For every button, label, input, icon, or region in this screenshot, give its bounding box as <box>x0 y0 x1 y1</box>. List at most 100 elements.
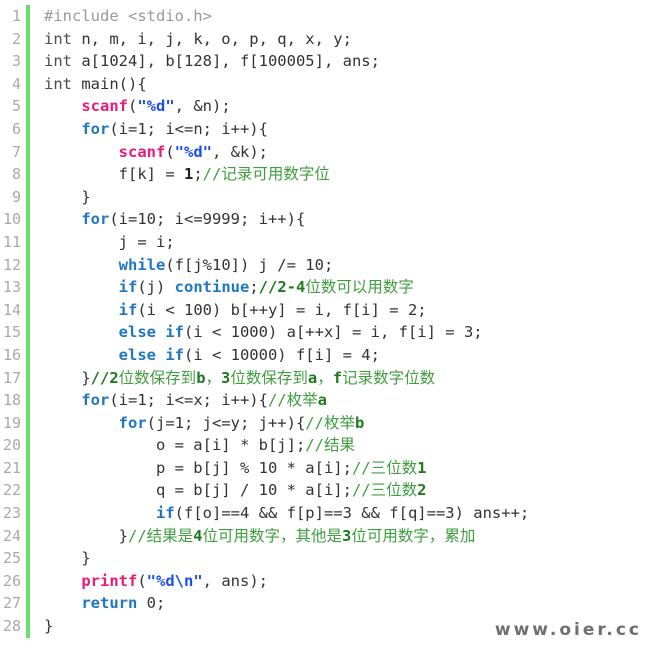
code-line[interactable]: 21 p = b[j] % 10 * a[i];//三位数1 <box>0 456 654 480</box>
code-line[interactable]: 7 scanf("%d", &k); <box>0 140 654 164</box>
code-line-text[interactable]: scanf("%d", &n); <box>30 95 230 118</box>
code-line-text[interactable]: if(f[o]==4 && f[p]==3 && f[q]==3) ans++; <box>30 502 529 525</box>
code-line-text[interactable]: }//结果是4位可用数字，其他是3位可用数字，累加 <box>30 525 476 548</box>
code-line[interactable]: 27 return 0; <box>0 592 654 616</box>
code-line-text[interactable]: int n, m, i, j, k, o, p, q, x, y; <box>30 28 352 51</box>
code-line-text[interactable]: #include <stdio.h> <box>30 5 212 28</box>
code-token: (f[j%10]) j /= 10; <box>165 255 334 274</box>
code-line[interactable]: 5 scanf("%d", &n); <box>0 95 654 118</box>
code-line-text[interactable]: for(i=1; i<=n; i++){ <box>30 118 268 141</box>
code-line[interactable]: 16 else if(i < 10000) f[i] = 4; <box>0 343 654 367</box>
code-token: for <box>118 413 147 432</box>
code-line-text[interactable]: for(i=1; i<=x; i++){//枚举a <box>30 389 327 412</box>
code-line-text[interactable]: int a[1024], b[128], f[100005], ans; <box>30 50 380 73</box>
code-line[interactable]: 14 if(i < 100) b[++y] = i, f[i] = 2; <box>0 298 654 322</box>
code-line-text[interactable]: for(j=1; j<=y; j++){//枚举b <box>30 412 365 435</box>
code-line-text[interactable]: } <box>30 186 90 209</box>
code-token: (i < 10000) f[i] = 4; <box>183 345 380 364</box>
code-line[interactable]: 12 while(f[j%10]) j /= 10; <box>0 253 654 277</box>
code-line[interactable]: 25 } <box>0 547 654 570</box>
code-token: //三位数 <box>351 458 418 477</box>
code-token: //结果是 <box>128 526 194 545</box>
line-number: 18 <box>2 391 21 410</box>
code-line[interactable]: 2 int n, m, i, j, k, o, p, q, x, y; <box>0 27 654 51</box>
code-line-text[interactable]: if(i < 100) b[++y] = i, f[i] = 2; <box>30 299 427 322</box>
code-line-text[interactable]: }//2位数保存到b，3位数保存到a，f记录数字位数 <box>30 367 435 390</box>
code-line[interactable]: 24 }//结果是4位可用数字，其他是3位可用数字，累加 <box>0 524 654 548</box>
code-token: a <box>307 368 318 387</box>
code-token: "%d" <box>137 97 175 116</box>
code-token: main(){ <box>72 74 147 93</box>
code-line[interactable]: 6 for(i=1; i<=n; i++){ <box>0 117 654 141</box>
code-line-text[interactable]: f[k] = 1;//记录可用数字位 <box>30 163 330 186</box>
code-token: if <box>118 278 138 297</box>
code-token: 位数保存到 <box>118 368 197 387</box>
code-line-list: 1 #include <stdio.h> 2 int n, m, i, j, k, o… <box>0 5 654 638</box>
code-token: } <box>44 549 91 568</box>
code-line-text[interactable]: p = b[j] % 10 * a[i];//三位数1 <box>30 457 427 480</box>
code-token: scanf <box>118 142 166 161</box>
code-line[interactable]: 4 int main(){ <box>0 72 654 96</box>
code-token: 3 <box>342 526 352 545</box>
code-viewer[interactable]: 1 #include <stdio.h> 2 int n, m, i, j, k, o… <box>0 0 654 648</box>
code-line[interactable]: 15 else if(i < 1000) a[++x] = i, f[i] = … <box>0 321 654 344</box>
code-line[interactable]: 23 if(f[o]==4 && f[p]==3 && f[q]==3) ans… <box>0 502 654 525</box>
code-line-text[interactable]: return 0; <box>30 592 165 615</box>
code-token: f <box>332 368 343 387</box>
code-token: 0; <box>137 594 166 613</box>
code-line[interactable]: 3 int a[1024], b[128], f[100005], ans; <box>0 50 654 73</box>
code-line-text[interactable]: } <box>30 547 91 570</box>
line-number: 15 <box>2 323 21 342</box>
code-line[interactable]: 8 f[k] = 1;//记录可用数字位 <box>0 163 654 186</box>
code-line-text[interactable]: else if(i < 10000) f[i] = 4; <box>30 344 380 367</box>
code-line-text[interactable]: scanf("%d", &k); <box>30 141 268 164</box>
code-token: #include <stdio.h> <box>44 7 212 25</box>
code-token: (j) <box>137 278 175 297</box>
code-line[interactable]: 22 q = b[j] / 10 * a[i];//三位数2 <box>0 479 654 503</box>
code-line[interactable]: 26 printf("%d\n", ans); <box>0 569 654 593</box>
code-token: 位数可以用数字 <box>305 278 414 297</box>
code-line-text[interactable]: int main(){ <box>30 73 147 96</box>
code-token: while <box>118 255 166 274</box>
code-token: (i=1; i<=x; i++){ <box>109 391 268 410</box>
code-line-text[interactable]: if(j) continue;//2-4位数可以用数字 <box>30 276 414 299</box>
code-token: for <box>81 210 110 229</box>
code-token: 4 <box>193 526 203 545</box>
code-line[interactable]: 13 if(j) continue;//2-4位数可以用数字 <box>0 276 654 299</box>
code-line[interactable]: 19 for(j=1; j<=y; j++){//枚举b <box>0 411 654 435</box>
line-number: 16 <box>2 345 21 364</box>
code-token: if <box>155 504 175 523</box>
code-token: ， <box>205 368 222 387</box>
code-line-text[interactable]: j = i; <box>30 231 175 254</box>
code-line-text[interactable]: printf("%d\n", ans); <box>30 570 268 593</box>
line-number: 21 <box>2 458 21 477</box>
code-line[interactable]: 20 o = a[i] * b[j];//结果 <box>0 434 654 457</box>
code-token: //2-4 <box>258 278 306 297</box>
code-line[interactable]: 11 j = i; <box>0 230 654 254</box>
code-token: //枚举 <box>305 413 355 432</box>
code-token: 位可用数字，其他是 <box>202 526 343 545</box>
code-line[interactable]: 17 }//2位数保存到b，3位数保存到a，f记录数字位数 <box>0 366 654 390</box>
code-line[interactable]: 1 #include <stdio.h> <box>0 5 654 28</box>
line-number: 27 <box>2 594 21 613</box>
code-line-text[interactable]: } <box>30 615 53 638</box>
code-line-text[interactable]: while(f[j%10]) j /= 10; <box>30 254 334 277</box>
code-token: //三位数 <box>351 481 418 500</box>
code-line[interactable]: 10 for(i=10; i<=9999; i++){ <box>0 208 654 231</box>
code-line-text[interactable]: q = b[j] / 10 * a[i];//三位数2 <box>30 479 427 502</box>
code-line[interactable]: 9 } <box>0 185 654 209</box>
code-line-text[interactable]: for(i=10; i<=9999; i++){ <box>30 208 305 231</box>
code-token: j = i; <box>44 232 175 251</box>
code-token: //记录可用数字位 <box>202 165 330 184</box>
code-line[interactable]: 18 for(i=1; i<=x; i++){//枚举a <box>0 389 654 412</box>
code-token: ; <box>193 165 203 184</box>
line-number: 25 <box>2 549 21 568</box>
code-line-text[interactable]: else if(i < 1000) a[++x] = i, f[i] = 3; <box>30 321 483 344</box>
code-line-text[interactable]: o = a[i] * b[j];//结果 <box>30 434 355 457</box>
code-token: b <box>196 368 206 387</box>
